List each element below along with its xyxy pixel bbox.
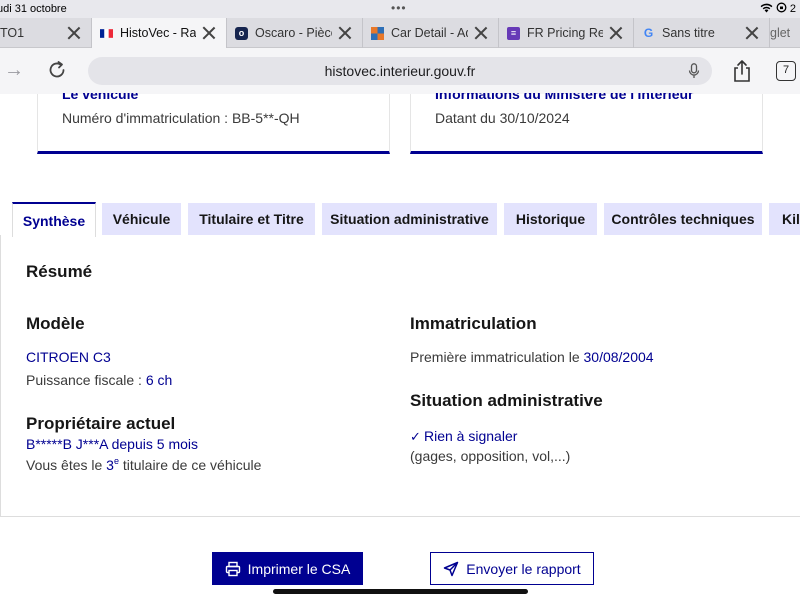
tab-titulaire-titre[interactable]: Titulaire et Titre: [188, 203, 315, 235]
admin-status: ✓ Rien à signaler: [410, 428, 517, 445]
fiscal-power-value: 6 ch: [145, 372, 173, 388]
printer-icon: [225, 561, 240, 576]
vehicle-card: Le véhicule Numéro d'immatriculation : B…: [37, 93, 390, 154]
close-icon[interactable]: [67, 26, 81, 40]
browser-tab-car-detail[interactable]: Car Detail - Adr: [363, 18, 499, 48]
checkmark-icon: ✓: [410, 429, 421, 444]
first-registration-label: Première immatriculation le: [410, 349, 584, 365]
car-detail-icon: [371, 26, 384, 40]
data-date: Datant du 30/10/2024: [435, 110, 570, 126]
print-csa-label: Imprimer le CSA: [247, 560, 351, 577]
home-indicator[interactable]: [273, 589, 528, 594]
share-icon[interactable]: [731, 59, 753, 83]
owner-name: B*****B J***A: [26, 436, 108, 452]
send-report-button[interactable]: Envoyer le rapport: [430, 552, 594, 585]
registration-number: Numéro d'immatriculation : BB-5**-QH: [62, 110, 300, 126]
close-icon[interactable]: [202, 26, 216, 40]
close-icon[interactable]: [745, 26, 759, 40]
tab-title: HistoVec - Rapp: [120, 26, 196, 40]
screen-lock-icon: [776, 2, 787, 13]
owner-heading: Propriétaire actuel: [26, 414, 176, 433]
owner-line: B*****B J***A depuis 5 mois: [26, 436, 198, 452]
tab-controles-techniques[interactable]: Contrôles techniques: [604, 203, 762, 235]
admin-heading: Situation administrative: [410, 391, 603, 410]
fiscal-power-label: Puissance fiscale :: [26, 372, 146, 388]
owner-rank-prefix: Vous êtes le: [26, 457, 107, 473]
report-tabs: Synthèse Véhicule Titulaire et Titre Sit…: [0, 202, 800, 237]
owner-rank-suffix: titulaire de ce véhicule: [118, 457, 262, 473]
browser-tab-fr-pricing[interactable]: ≡ FR Pricing Requ: [499, 18, 634, 48]
microphone-icon[interactable]: [688, 63, 700, 79]
first-registration-date: 30/08/2004: [583, 349, 654, 365]
model-name: CITROEN C3: [26, 349, 111, 365]
first-registration: Première immatriculation le 30/08/2004: [410, 349, 654, 365]
print-csa-button[interactable]: Imprimer le CSA: [212, 552, 363, 585]
status-bar: udi 31 octobre ••• 2: [0, 0, 800, 18]
tab-kilometrage[interactable]: Kilo: [769, 203, 800, 235]
send-icon: [444, 561, 459, 576]
tab-overview-button[interactable]: 7: [776, 61, 796, 81]
summary-heading: Résumé: [26, 262, 93, 281]
registration-heading: Immatriculation: [410, 314, 537, 333]
google-icon: G: [643, 26, 654, 40]
tab-synthese[interactable]: Synthèse: [12, 202, 96, 237]
owner-rank-number: 3: [106, 457, 114, 473]
admin-details: (gages, opposition, vol,...): [410, 448, 571, 464]
reload-icon[interactable]: [46, 59, 68, 81]
multitask-dots-icon[interactable]: •••: [391, 1, 407, 15]
tab-vehicule[interactable]: Véhicule: [102, 203, 181, 235]
tab-title: Car Detail - Adr: [391, 26, 468, 40]
browser-tab-sans-titre[interactable]: G Sans titre: [634, 18, 770, 48]
system-indicators: 2: [760, 2, 796, 15]
browser-tab-histovec[interactable]: HistoVec - Rapp: [92, 18, 227, 48]
browser-tab-to1[interactable]: TO1: [0, 18, 92, 48]
url-text: histovec.interieur.gouv.fr: [324, 63, 476, 79]
tab-situation-administrative[interactable]: Situation administrative: [322, 203, 497, 235]
close-icon[interactable]: [474, 26, 488, 40]
forms-icon: ≡: [507, 26, 520, 40]
owner-rank: Vous êtes le 3e titulaire de ce véhicule: [26, 456, 261, 473]
forward-arrow-icon[interactable]: →: [4, 60, 26, 80]
browser-toolbar: → histovec.interieur.gouv.fr 7: [0, 48, 800, 94]
admin-status-text: Rien à signaler: [424, 428, 518, 444]
browser-tab-oscaro[interactable]: o Oscaro - Pièce: [227, 18, 363, 48]
tab-title: TO1: [0, 26, 25, 40]
browser-tab-partial[interactable]: glet: [770, 18, 800, 48]
tab-title: Oscaro - Pièce: [255, 26, 332, 40]
owner-since-label: depuis: [107, 436, 157, 452]
model-heading: Modèle: [26, 314, 85, 333]
tab-title: Sans titre: [662, 26, 715, 40]
tab-title: FR Pricing Requ: [527, 26, 603, 40]
tab-title: glet: [770, 26, 791, 40]
owner-since-value: 5 mois: [156, 436, 198, 452]
french-flag-icon: [100, 27, 113, 40]
close-icon[interactable]: [609, 26, 623, 40]
browser-tab-strip: TO1 HistoVec - Rapp o Oscaro - Pièce Car…: [0, 18, 800, 48]
wifi-icon: [760, 3, 773, 13]
tab-historique[interactable]: Historique: [504, 203, 597, 235]
send-report-label: Envoyer le rapport: [466, 560, 581, 577]
oscaro-icon: o: [235, 26, 248, 40]
close-icon[interactable]: [338, 26, 352, 40]
address-bar[interactable]: histovec.interieur.gouv.fr: [88, 57, 712, 85]
battery-percent: 2: [789, 3, 796, 15]
status-date: udi 31 octobre: [0, 3, 67, 15]
ministry-card: Informations du Ministère de l'Intérieur…: [410, 93, 763, 154]
fiscal-power: Puissance fiscale : 6 ch: [26, 372, 172, 388]
